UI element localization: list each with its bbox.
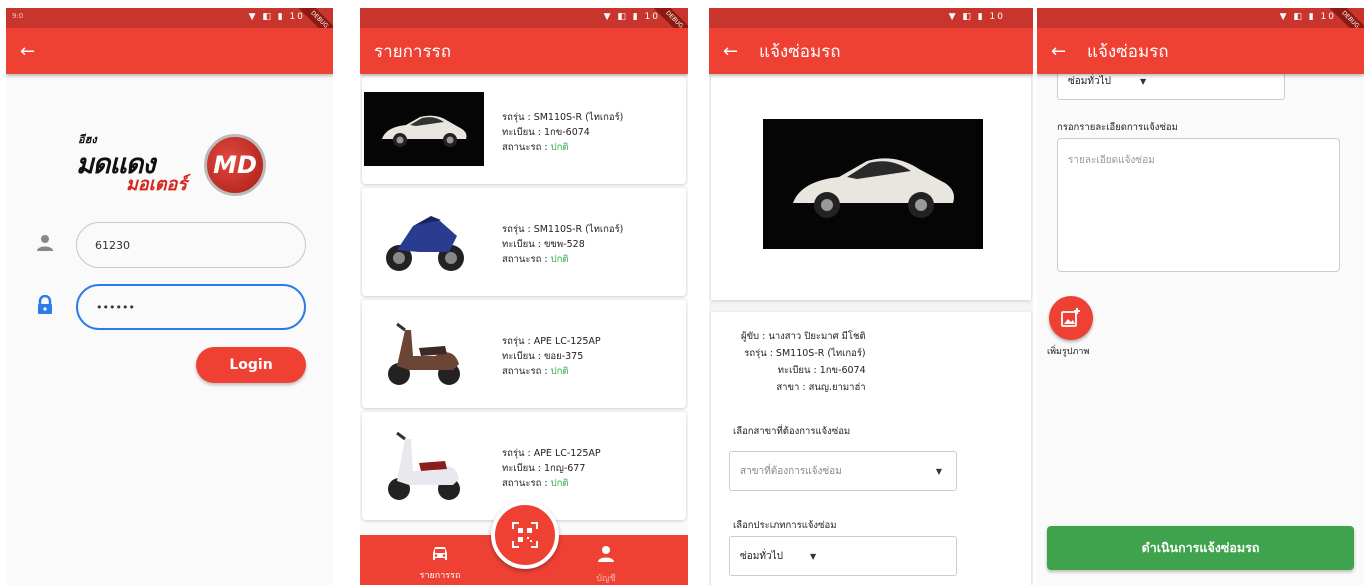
branch-select[interactable]: สาขาที่ต้องการแจ้งซ่อม ▼	[729, 451, 957, 491]
repair-details-screen: ▼ ◧ ▮ 10 DEBUG ← แจ้งซ่อมรถ ซ่อมทั่วไป ▼…	[1037, 8, 1364, 585]
branch-select-placeholder: สาขาที่ต้องการแจ้งซ่อม	[740, 465, 842, 477]
vehicle-plate: ทะเบียน : 1กข-6074	[777, 365, 866, 376]
vehicle-card[interactable]: รถรุ่น : APE LC-125AP ทะเบียน : ขอย-375 …	[362, 300, 686, 408]
vehicle-details: ผู้ขับ : นางสาว ปิยะมาศ มีโชติ รถรุ่น : …	[741, 328, 866, 396]
person-icon	[36, 234, 76, 257]
person-icon	[566, 545, 646, 571]
password-field[interactable]: ••••••	[76, 284, 306, 330]
vehicle-status-label: สถานะรถ :	[502, 366, 551, 377]
nav-label-cars: รายการรถ	[419, 571, 461, 581]
page-title: แจ้งซ่อมรถ	[759, 41, 841, 62]
lock-icon	[36, 294, 76, 320]
page-title: รายการรถ	[374, 41, 452, 62]
add-photo-icon	[1061, 308, 1080, 327]
login-screen: 9:0 ▼ ◧ ▮ 10 DEBUG ← อีฮง มดแดง มอเตอร์ …	[6, 8, 333, 585]
status-icons: ▼ ◧ ▮ 10	[248, 12, 305, 22]
scooter-image	[364, 316, 484, 390]
vehicle-card[interactable]: รถรุ่น : SM110S-R (ไทเกอร์) ทะเบียน : ขข…	[362, 188, 686, 296]
logo-badge: MD	[204, 134, 266, 196]
vehicle-model: รถรุ่น : APE LC-125AP	[502, 448, 601, 459]
login-button[interactable]: Login	[196, 347, 306, 383]
vehicle-plate: ทะเบียน : ขอย-375	[502, 351, 584, 362]
branch-select-label: เลือกสาขาที่ต้องการแจ้งซ่อม	[733, 426, 851, 437]
motorcycle-image	[364, 204, 484, 278]
status-bar: ▼ ◧ ▮ 10 DEBUG	[360, 8, 688, 46]
logo-sub-text: มอเตอร์	[126, 174, 187, 195]
vehicle-model: รถรุ่น : SM110S-R (ไทเกอร์)	[502, 112, 624, 123]
vehicle-status: ปกติ	[550, 478, 569, 489]
dropdown-arrow-icon: ▼	[935, 466, 942, 476]
repair-type-value: ซ่อมทั่วไป	[740, 550, 783, 562]
vehicle-status: ปกติ	[550, 366, 569, 377]
submit-repair-button[interactable]: ดำเนินการแจ้งซ่อมรถ	[1047, 526, 1354, 570]
status-icons: ▼ ◧ ▮ 10	[1279, 12, 1336, 22]
vehicle-plate: ทะเบียน : 1กญ-677	[502, 463, 586, 474]
back-arrow-icon[interactable]: ←	[1051, 41, 1087, 62]
app-bar: รายการรถ	[360, 28, 688, 74]
username-row: 61230	[36, 222, 306, 268]
vehicle-status-label: สถานะรถ :	[502, 142, 551, 153]
car-image	[364, 92, 484, 166]
username-field[interactable]: 61230	[76, 222, 306, 268]
nav-item-profile[interactable]: บัญชี	[566, 545, 646, 585]
vehicle-plate: ทะเบียน : 1กข-6074	[502, 127, 590, 138]
repair-detail-input[interactable]: รายละเอียดแจ้งซ่อม	[1057, 138, 1340, 272]
add-image-button[interactable]	[1049, 296, 1093, 340]
app-bar: ← แจ้งซ่อมรถ	[709, 28, 1033, 74]
dropdown-arrow-icon: ▼	[810, 551, 817, 561]
vehicle-model: รถรุ่น : APE LC-125AP	[502, 336, 601, 347]
car-list-screen: ▼ ◧ ▮ 10 DEBUG รายการรถ รถรุ่น : SM110S-…	[360, 8, 688, 585]
status-icons: ▼ ◧ ▮ 10	[603, 12, 660, 22]
vehicle-status-label: สถานะรถ :	[502, 478, 551, 489]
driver-name: ผู้ขับ : นางสาว ปิยะมาศ มีโชติ	[741, 331, 866, 342]
repair-type-value: ซ่อมทั่วไป	[1068, 76, 1111, 87]
nav-item-cars[interactable]: รายการรถ	[400, 545, 480, 582]
vehicle-status-label: สถานะรถ :	[502, 254, 551, 265]
repair-form-card: ผู้ขับ : นางสาว ปิยะมาศ มีโชติ รถรุ่น : …	[711, 312, 1031, 585]
status-bar: ▼ ◧ ▮ 10	[709, 8, 1033, 28]
password-row: ••••••	[36, 284, 306, 330]
scooter-image	[364, 428, 484, 502]
vehicle-plate: ทะเบียน : ขขพ-528	[502, 239, 585, 250]
vehicle-status: ปกติ	[550, 142, 569, 153]
status-icons: ▼ ◧ ▮ 10	[948, 12, 1005, 22]
qr-scan-button[interactable]	[491, 501, 559, 569]
back-arrow-icon[interactable]: ←	[723, 41, 759, 62]
app-bar: ←	[6, 28, 333, 74]
status-time: 9:0	[12, 12, 24, 20]
qr-code-icon	[512, 522, 538, 548]
vehicle-model: รถรุ่น : SM110S-R (ไทเกอร์)	[502, 224, 624, 235]
repair-form-screen: ▼ ◧ ▮ 10 ← แจ้งซ่อมรถ ผู้ขับ : นางสาว ปิ…	[709, 8, 1033, 585]
vehicle-model: รถรุ่น : SM110S-R (ไทเกอร์)	[744, 348, 866, 359]
page-title: แจ้งซ่อมรถ	[1087, 41, 1169, 62]
vehicle-status: ปกติ	[550, 254, 569, 265]
repair-type-select[interactable]: ซ่อมทั่วไป ▼	[729, 536, 957, 576]
add-image-label: เพิ่มรูปภาพ	[1047, 347, 1090, 357]
vehicle-card[interactable]: รถรุ่น : SM110S-R (ไทเกอร์) ทะเบียน : 1ก…	[362, 76, 686, 184]
brand-logo: อีฮง มดแดง มอเตอร์ MD	[76, 126, 276, 196]
repair-detail-label: กรอกรายละเอียดการแจ้งซ่อม	[1057, 122, 1178, 133]
status-bar: ▼ ◧ ▮ 10 DEBUG	[1037, 8, 1364, 46]
nav-label-profile: บัญชี	[596, 574, 616, 584]
vehicle-image-card	[711, 74, 1031, 300]
car-icon	[400, 545, 480, 568]
back-arrow-icon[interactable]: ←	[20, 41, 56, 62]
status-bar: 9:0 ▼ ◧ ▮ 10 DEBUG	[6, 8, 333, 46]
repair-type-label: เลือกประเภทการแจ้งซ่อม	[733, 520, 837, 531]
car-image	[763, 119, 983, 249]
app-bar: ← แจ้งซ่อมรถ	[1037, 28, 1364, 74]
dropdown-arrow-icon: ▼	[1140, 77, 1147, 86]
vehicle-branch: สาขา : สนญ.ยามาฮ่า	[776, 382, 866, 393]
